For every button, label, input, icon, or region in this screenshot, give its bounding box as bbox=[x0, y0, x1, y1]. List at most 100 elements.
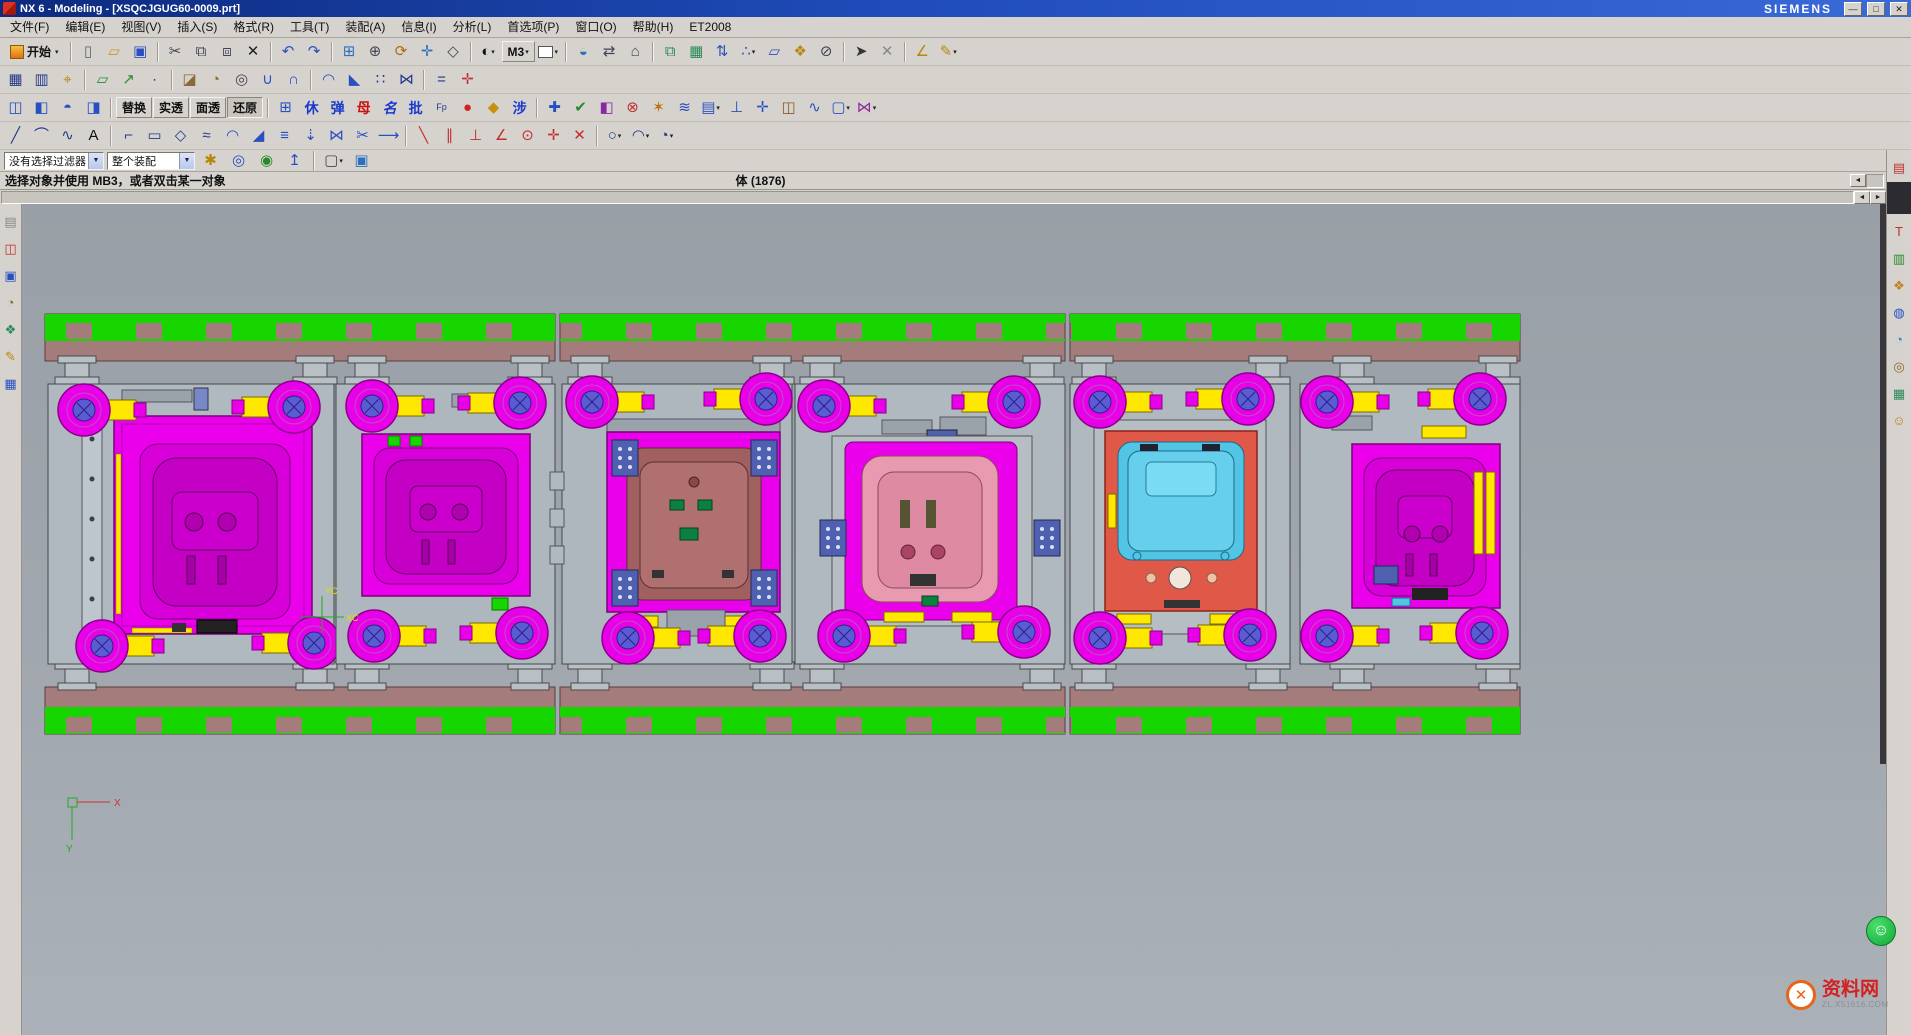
interference-icon[interactable]: ⊗ bbox=[620, 96, 645, 120]
product-outline-icon[interactable]: ▢▾ bbox=[828, 96, 853, 120]
browser-icon[interactable]: ◔ bbox=[1889, 329, 1909, 349]
link-icon[interactable]: ✚ bbox=[542, 96, 567, 120]
selection-filter-combo[interactable]: 没有选择过滤器 ▼ bbox=[4, 152, 104, 170]
fp-icon[interactable]: Fp bbox=[429, 96, 454, 120]
solid-transparent-button[interactable]: 实透 bbox=[153, 97, 189, 118]
close-mold-icon[interactable]: ◧ bbox=[29, 96, 54, 120]
no-selection-icon[interactable]: ⊘ bbox=[814, 40, 839, 64]
batch-icon[interactable]: 批 bbox=[403, 96, 428, 120]
replace-button[interactable]: 替换 bbox=[116, 97, 152, 118]
mold-view-4[interactable] bbox=[795, 376, 1065, 664]
layer-visible-icon[interactable]: ▥ bbox=[29, 68, 54, 92]
constraints-icon[interactable]: ⊥ bbox=[724, 96, 749, 120]
polygon-icon[interactable]: ◇ bbox=[168, 124, 193, 148]
dock-display-icon[interactable]: ▣ bbox=[1, 265, 21, 285]
cue-scroll-left-button[interactable]: ◄ bbox=[1850, 174, 1866, 187]
move-component-icon[interactable]: ✛ bbox=[750, 96, 775, 120]
menu-preferences[interactable]: 首选项(P) bbox=[499, 18, 567, 36]
menu-view[interactable]: 视图(V) bbox=[113, 18, 169, 36]
cavity-view-icon[interactable]: ◓ bbox=[55, 96, 80, 120]
view-m3-button[interactable]: M3▾ bbox=[502, 41, 535, 62]
extrude-icon[interactable]: ◪ bbox=[177, 68, 202, 92]
trim-curve-icon[interactable]: ✂ bbox=[350, 124, 375, 148]
intersect-icon[interactable]: ✕ bbox=[567, 124, 592, 148]
chamfer-icon[interactable]: ◣ bbox=[342, 68, 367, 92]
parallel-icon[interactable]: ∥ bbox=[437, 124, 462, 148]
point-on-curve-icon[interactable]: ✛ bbox=[541, 124, 566, 148]
edge-blend-icon[interactable]: ◠ bbox=[316, 68, 341, 92]
rectangle-icon[interactable]: ▭ bbox=[142, 124, 167, 148]
dock-view-icon[interactable]: ◫ bbox=[1, 238, 21, 258]
measure-icon[interactable]: ∠ bbox=[910, 40, 935, 64]
sequence-icon[interactable]: ≋ bbox=[672, 96, 697, 120]
menu-information[interactable]: 信息(I) bbox=[393, 18, 444, 36]
grid-book-icon[interactable]: ⊞ bbox=[273, 96, 298, 120]
mirror-assembly-icon[interactable]: ⋈▾ bbox=[854, 96, 879, 120]
part-navigator-icon[interactable]: ▥ bbox=[1889, 248, 1909, 268]
cursor-select-icon[interactable]: ➤ bbox=[849, 40, 874, 64]
highlight-icon[interactable]: ◉ bbox=[254, 149, 279, 173]
menu-file[interactable]: 文件(F) bbox=[2, 18, 57, 36]
sketch-line-icon[interactable]: ╲ bbox=[411, 124, 436, 148]
cut-icon[interactable]: ✂ bbox=[163, 40, 188, 64]
dock-edit-icon[interactable]: ✎ bbox=[1, 346, 21, 366]
datum-plane-icon[interactable]: ▱ bbox=[90, 68, 115, 92]
wcs-display-icon[interactable]: ⌖ bbox=[55, 68, 80, 92]
combo-arrow-icon[interactable]: ▼ bbox=[88, 153, 103, 169]
hd3d-tools-icon[interactable]: ◍ bbox=[1889, 302, 1909, 322]
minimize-button[interactable]: — bbox=[1844, 2, 1862, 16]
snap-enable-icon[interactable]: ✱ bbox=[198, 149, 223, 173]
magnify-icon[interactable]: ◎ bbox=[226, 149, 251, 173]
combo-arrow-icon[interactable]: ▼ bbox=[179, 153, 194, 169]
save-icon[interactable]: ▣ bbox=[128, 40, 153, 64]
circle-icon[interactable]: ○▾ bbox=[602, 124, 627, 148]
core-view-icon[interactable]: ◨ bbox=[81, 96, 106, 120]
undo-icon[interactable]: ↶ bbox=[276, 40, 301, 64]
pan-view-icon[interactable]: ✛ bbox=[415, 40, 440, 64]
snap-target-icon[interactable]: ✛ bbox=[455, 68, 480, 92]
hscroll-left-button[interactable]: ◄ bbox=[1854, 191, 1870, 204]
orient-view-icon[interactable]: ⌂ bbox=[623, 40, 648, 64]
face-transparent-button[interactable]: 面透 bbox=[190, 97, 226, 118]
zoom-icon[interactable]: ⊕ bbox=[363, 40, 388, 64]
menu-window[interactable]: 窗口(O) bbox=[567, 18, 624, 36]
dock-palette-icon[interactable]: ❖ bbox=[1, 319, 21, 339]
graphics-window[interactable]: XC YC X Y bbox=[22, 204, 1886, 1035]
messenger-badge-icon[interactable]: ☺ bbox=[1866, 916, 1896, 946]
die-icon[interactable]: 母 bbox=[351, 96, 376, 120]
section-icon[interactable]: ◧ bbox=[594, 96, 619, 120]
work-plane-icon[interactable]: ▱ bbox=[762, 40, 787, 64]
layout-views-icon[interactable]: ▦ bbox=[684, 40, 709, 64]
solid-cube-icon[interactable]: ▣ bbox=[349, 149, 374, 173]
mold-view-6[interactable] bbox=[1300, 373, 1520, 664]
copy-icon[interactable]: ⧉ bbox=[189, 40, 214, 64]
selection-sphere-icon[interactable]: ❖ bbox=[788, 40, 813, 64]
graphics-canvas[interactable]: XC YC X Y bbox=[22, 204, 1886, 1035]
background-swatch[interactable]: ▾ bbox=[536, 40, 561, 64]
redo-icon[interactable]: ↷ bbox=[302, 40, 327, 64]
mold-view-1[interactable] bbox=[48, 381, 340, 672]
eject-icon[interactable]: 弹 bbox=[325, 96, 350, 120]
menu-tools[interactable]: 工具(T) bbox=[282, 18, 337, 36]
shaded-display-icon[interactable]: ◐▾ bbox=[476, 40, 501, 64]
hole-icon[interactable]: ◎ bbox=[229, 68, 254, 92]
reuse-library-icon[interactable]: ❖ bbox=[1889, 275, 1909, 295]
suppress-icon[interactable]: 休 bbox=[299, 96, 324, 120]
tangent-icon[interactable]: ⊙ bbox=[515, 124, 540, 148]
assembly-navigator-icon[interactable]: ▤ bbox=[1889, 157, 1909, 177]
menu-assemblies[interactable]: 装配(A) bbox=[337, 18, 393, 36]
menu-et2008[interactable]: ET2008 bbox=[681, 18, 739, 36]
start-button[interactable]: 开始 ▾ bbox=[3, 40, 66, 64]
chamfer-curve-icon[interactable]: ◢ bbox=[246, 124, 271, 148]
project-curve-icon[interactable]: ⇣ bbox=[298, 124, 323, 148]
mirror-curve-icon[interactable]: ⋈ bbox=[324, 124, 349, 148]
layer-settings-icon[interactable]: ▦ bbox=[3, 68, 28, 92]
text-icon[interactable]: A bbox=[81, 124, 106, 148]
assembly-cut-icon[interactable]: ◫ bbox=[776, 96, 801, 120]
spline-icon[interactable]: ∿ bbox=[55, 124, 80, 148]
check-clearance-icon[interactable]: ✔ bbox=[568, 96, 593, 120]
history-icon[interactable]: ◎ bbox=[1889, 356, 1909, 376]
menu-edit[interactable]: 编辑(E) bbox=[57, 18, 113, 36]
gold-diamond-icon[interactable]: ◆ bbox=[481, 96, 506, 120]
deselect-all-icon[interactable]: ✕ bbox=[875, 40, 900, 64]
